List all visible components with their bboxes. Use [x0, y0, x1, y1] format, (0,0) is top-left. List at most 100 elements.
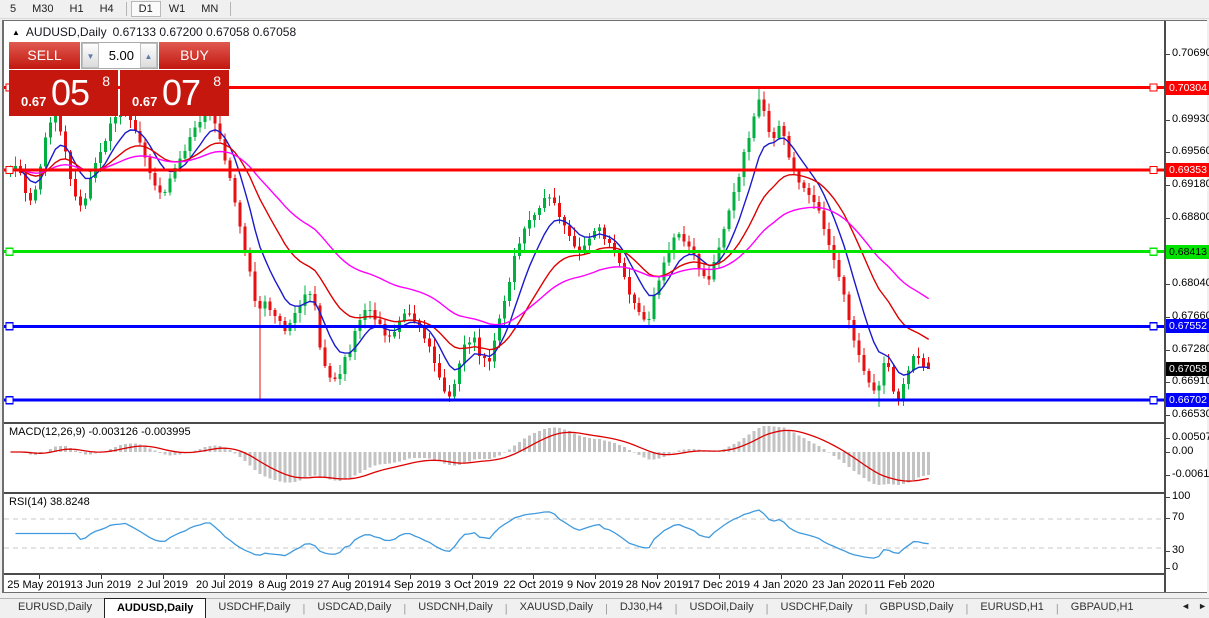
price-level-badge: 0.66702	[1166, 393, 1209, 408]
date-label: 23 Jan 2020	[812, 579, 873, 591]
buy-price-big: 07	[162, 72, 201, 113]
axis-tick-label: 0.00	[1172, 445, 1194, 457]
axis-tick	[1166, 185, 1170, 187]
price-level-badge: 0.67058	[1166, 362, 1209, 377]
date-label: 4 Jan 2020	[753, 579, 808, 591]
rsi-label: RSI(14) 38.8248	[9, 496, 90, 508]
date-label: 2 Jul 2019	[137, 579, 188, 591]
axis-tick	[1166, 452, 1170, 453]
buy-price-sup: 8	[213, 73, 221, 89]
trading-terminal: 5 M30 H1 H4 D1 W1 MN ▲ AUDUSD,Daily 0.67133 0.…	[0, 0, 1209, 618]
buy-price-prefix: 0.67	[132, 94, 158, 109]
axis-tick-label: 0.005076	[1172, 431, 1209, 443]
price-level-badge: 0.70304	[1166, 80, 1209, 95]
axis-tick-label: 0	[1172, 561, 1179, 573]
toolbar-separator	[230, 2, 232, 16]
rsi-pane[interactable]: RSI(14) 38.8248	[4, 494, 1164, 573]
chart-title: ▲ AUDUSD,Daily 0.67133 0.67200 0.67058 0…	[12, 25, 296, 39]
chart-tab-eurusd-daily[interactable]: EURUSD,Daily	[6, 598, 104, 618]
axis-tick-label: 100	[1172, 490, 1191, 502]
chart-tab-usdcnh-daily[interactable]: USDCNH,Daily	[406, 598, 505, 618]
sell-price-display[interactable]: 0.67 05 8	[9, 70, 118, 116]
axis-tick-label: 30	[1172, 544, 1185, 556]
volume-spinner: ▼ 5.00 ▲	[81, 42, 158, 69]
axis-tick	[1166, 568, 1170, 569]
date-label: 8 Aug 2019	[258, 579, 315, 591]
axis-tick	[1166, 415, 1170, 417]
axis-tick-label: 0.69180	[1172, 178, 1209, 191]
price-pane[interactable]: ▲ AUDUSD,Daily 0.67133 0.67200 0.67058 0…	[4, 21, 1164, 422]
collapse-icon[interactable]: ▲	[12, 28, 20, 37]
axis-tick	[1166, 152, 1170, 154]
buy-button[interactable]: BUY	[159, 42, 230, 69]
chart-tab-dj30-h4[interactable]: DJ30,H4	[608, 598, 675, 618]
tab-scroll-arrows: ◄ ►	[1181, 601, 1207, 611]
chart-tab-gbpaud-h1[interactable]: GBPAUD,H1	[1059, 598, 1146, 618]
price-level-badge: 0.67552	[1166, 319, 1209, 334]
symbol-label: AUDUSD,Daily	[25, 25, 107, 39]
date-label: 14 Sep 2019	[378, 579, 441, 591]
scroll-right-icon[interactable]: ►	[1198, 601, 1207, 611]
axis-tick	[1166, 283, 1170, 285]
timeframe-h4[interactable]: H4	[92, 1, 122, 17]
sell-price-prefix: 0.67	[21, 94, 47, 109]
rsi-chart	[4, 509, 1164, 559]
price-level-badge: 0.68413	[1166, 244, 1209, 259]
axis-tick	[1166, 218, 1170, 220]
date-label: 13 Jun 2019	[70, 579, 132, 591]
axis-tick	[1166, 438, 1170, 439]
chart-panes: ▲ AUDUSD,Daily 0.67133 0.67200 0.67058 0…	[4, 21, 1164, 592]
sell-button[interactable]: SELL	[9, 42, 80, 69]
timeframe-w1[interactable]: W1	[161, 1, 194, 17]
chart-tab-audusd-daily[interactable]: AUDUSD,Daily	[103, 598, 207, 618]
axis-tick-label: 0.69560	[1172, 145, 1209, 158]
timeframe-mn[interactable]: MN	[193, 1, 226, 17]
timeframe-m30[interactable]: M30	[24, 1, 61, 17]
chart-tab-usdchf-daily[interactable]: USDCHF,Daily	[769, 598, 865, 618]
axis-tick-label: 0.68800	[1172, 211, 1209, 224]
chart-window: ▲ AUDUSD,Daily 0.67133 0.67200 0.67058 0…	[2, 20, 1209, 593]
price-level-badge: 0.69353	[1166, 163, 1209, 178]
macd-pane[interactable]: MACD(12,26,9) -0.003126 -0.003995	[4, 424, 1164, 492]
timeframe-5[interactable]: 5	[2, 1, 24, 17]
axis-tick	[1166, 316, 1170, 318]
date-axis: 25 May 2019 13 Jun 2019 2 Jul 2019 20 Jul 2…	[4, 575, 1164, 592]
date-label: 20 Jul 2019	[195, 579, 253, 591]
one-click-trading-panel: SELL ▼ 5.00 ▲ BUY 0.67 05 8 0.67 07 8	[9, 42, 230, 116]
date-label: 9 Nov 2019	[567, 579, 624, 591]
date-label: 3 Oct 2019	[444, 579, 499, 591]
axis-tick	[1166, 497, 1170, 498]
date-label: 22 Oct 2019	[503, 579, 564, 591]
chart-tab-bar: EURUSD,Daily AUDUSD,Daily USDCHF,Daily | USD…	[0, 598, 1209, 618]
timeframe-d1[interactable]: D1	[130, 1, 161, 17]
price-axis: 0.70690 0.69930 0.69560 0.69180 0.68800 0.680…	[1164, 21, 1209, 592]
axis-tick-label: 0.67280	[1172, 342, 1209, 355]
date-label: 25 May 2019	[7, 579, 71, 591]
volume-field[interactable]: 5.00	[99, 43, 140, 68]
timeframe-h1[interactable]: H1	[62, 1, 92, 17]
axis-tick-label: 0.68040	[1172, 276, 1209, 289]
date-label: 17 Dec 2019	[687, 579, 750, 591]
buy-price-display[interactable]: 0.67 07 8	[120, 70, 229, 116]
volume-decrease-icon[interactable]: ▼	[82, 43, 99, 68]
chart-tab-usdcad-daily[interactable]: USDCAD,Daily	[305, 598, 403, 618]
date-label: 11 Feb 2020	[873, 579, 935, 591]
volume-increase-icon[interactable]: ▲	[140, 43, 157, 68]
chart-tab-usdchf-daily[interactable]: USDCHF,Daily	[206, 598, 302, 618]
axis-tick	[1166, 518, 1170, 519]
axis-tick-label: 0.66910	[1172, 375, 1209, 388]
axis-tick-label: 70	[1172, 511, 1185, 523]
chart-tab-gbpusd-daily[interactable]: GBPUSD,Daily	[868, 598, 966, 618]
macd-label: MACD(12,26,9) -0.003126 -0.003995	[9, 426, 191, 438]
axis-tick-label: 0.70690	[1172, 47, 1209, 59]
chart-tab-xauusd-daily[interactable]: XAUUSD,Daily	[508, 598, 605, 618]
sell-price-sup: 8	[102, 73, 110, 89]
axis-tick-label: 0.66530	[1172, 408, 1209, 421]
scroll-left-icon[interactable]: ◄	[1181, 601, 1190, 611]
sell-price-big: 05	[51, 72, 90, 113]
chart-tab-eurusd-h1[interactable]: EURUSD,H1	[968, 598, 1056, 618]
chart-tab-usdoil-daily[interactable]: USDOil,Daily	[677, 598, 765, 618]
date-label: 28 Nov 2019	[625, 579, 689, 591]
toolbar-separator	[125, 2, 127, 16]
axis-tick	[1166, 551, 1170, 552]
